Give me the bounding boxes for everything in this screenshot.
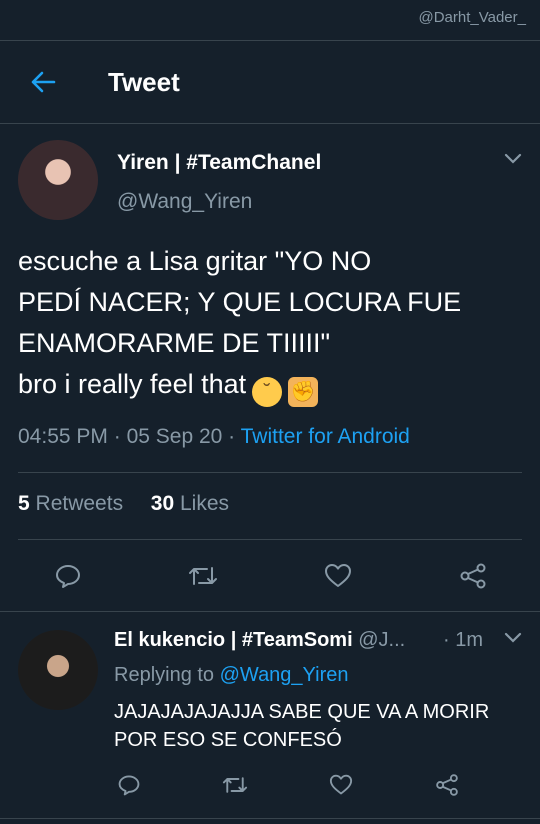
top-bar: Tweet xyxy=(0,40,540,124)
divider xyxy=(18,472,522,473)
retweets-count: 5 xyxy=(18,492,30,515)
tweet-text-line: ENAMORARME DE TIIIII" xyxy=(18,328,331,358)
tweet-date: 05 Sep 20 xyxy=(126,425,223,448)
like-button[interactable] xyxy=(288,770,394,800)
tweet-actions xyxy=(0,556,540,596)
retweet-icon xyxy=(188,567,217,585)
tweet-text-line: escuche a Lisa gritar "YO NO xyxy=(18,246,372,276)
likes-stat[interactable]: 30 Likes xyxy=(151,492,229,515)
author-name[interactable]: Yiren | #TeamChanel xyxy=(117,151,321,175)
reply-author-handle: @J... xyxy=(358,629,406,651)
divider xyxy=(0,611,540,612)
divider xyxy=(18,539,522,540)
heart-icon xyxy=(329,774,353,795)
tweet-stats: 5 Retweets 30 Likes xyxy=(18,492,229,516)
retweet-button[interactable] xyxy=(135,556,270,596)
reply-button[interactable] xyxy=(76,770,182,800)
replying-prefix: Replying to xyxy=(114,664,215,686)
tweet-text: escuche a Lisa gritar "YO NO PEDÍ NACER;… xyxy=(18,241,528,407)
heart-icon xyxy=(324,564,351,587)
avatar[interactable] xyxy=(18,140,98,220)
retweet-button[interactable] xyxy=(182,770,288,800)
retweets-stat[interactable]: 5 Retweets xyxy=(18,492,123,515)
watermark: @Darht_Vader_ xyxy=(418,9,526,26)
pensive-face-icon: ˘ xyxy=(252,377,283,407)
back-button[interactable] xyxy=(21,60,65,104)
like-button[interactable] xyxy=(270,556,405,596)
retweet-icon xyxy=(222,777,248,793)
tweet-text-line: bro i really feel that xyxy=(18,369,247,399)
reply-icon xyxy=(118,775,140,796)
reply-author-name: El kukencio | #TeamSomi xyxy=(114,629,353,651)
tweet-text-line: PEDÍ NACER; Y QUE LOCURA FUE xyxy=(18,287,462,317)
share-button[interactable] xyxy=(405,556,540,596)
back-arrow-icon xyxy=(31,71,56,93)
share-icon xyxy=(460,563,485,589)
chevron-down-icon[interactable] xyxy=(503,151,523,165)
likes-count: 30 xyxy=(150,492,175,515)
replying-to: Replying to @Wang_Yiren xyxy=(114,664,349,687)
tweet-time: 04:55 PM xyxy=(18,425,108,448)
reply-button[interactable] xyxy=(0,556,135,596)
tweet-meta: 04:55 PM · 05 Sep 20 · Twitter for Andro… xyxy=(18,425,410,448)
page-title: Tweet xyxy=(108,66,180,97)
tweet-source-link[interactable]: Twitter for Android xyxy=(241,425,410,448)
retweets-label: Retweets xyxy=(35,492,124,515)
likes-label: Likes xyxy=(179,492,229,515)
author-handle[interactable]: @Wang_Yiren xyxy=(117,190,252,214)
reply-text: JAJAJAJAJAJJA SABE QUE VA A MORIR POR ES… xyxy=(114,701,490,751)
reply-actions xyxy=(0,770,540,800)
chevron-down-icon[interactable] xyxy=(503,630,523,644)
replying-mention-link[interactable]: @Wang_Yiren xyxy=(220,664,349,686)
share-button[interactable] xyxy=(394,770,500,800)
share-icon xyxy=(436,774,458,796)
avatar[interactable] xyxy=(18,630,98,710)
reply-icon xyxy=(55,565,80,588)
divider xyxy=(0,818,540,819)
reply-author[interactable]: El kukencio | #TeamSomi @J... xyxy=(114,629,405,652)
reply-time: · 1m xyxy=(443,629,484,651)
oncoming-fist-icon: ✊ xyxy=(288,377,319,407)
